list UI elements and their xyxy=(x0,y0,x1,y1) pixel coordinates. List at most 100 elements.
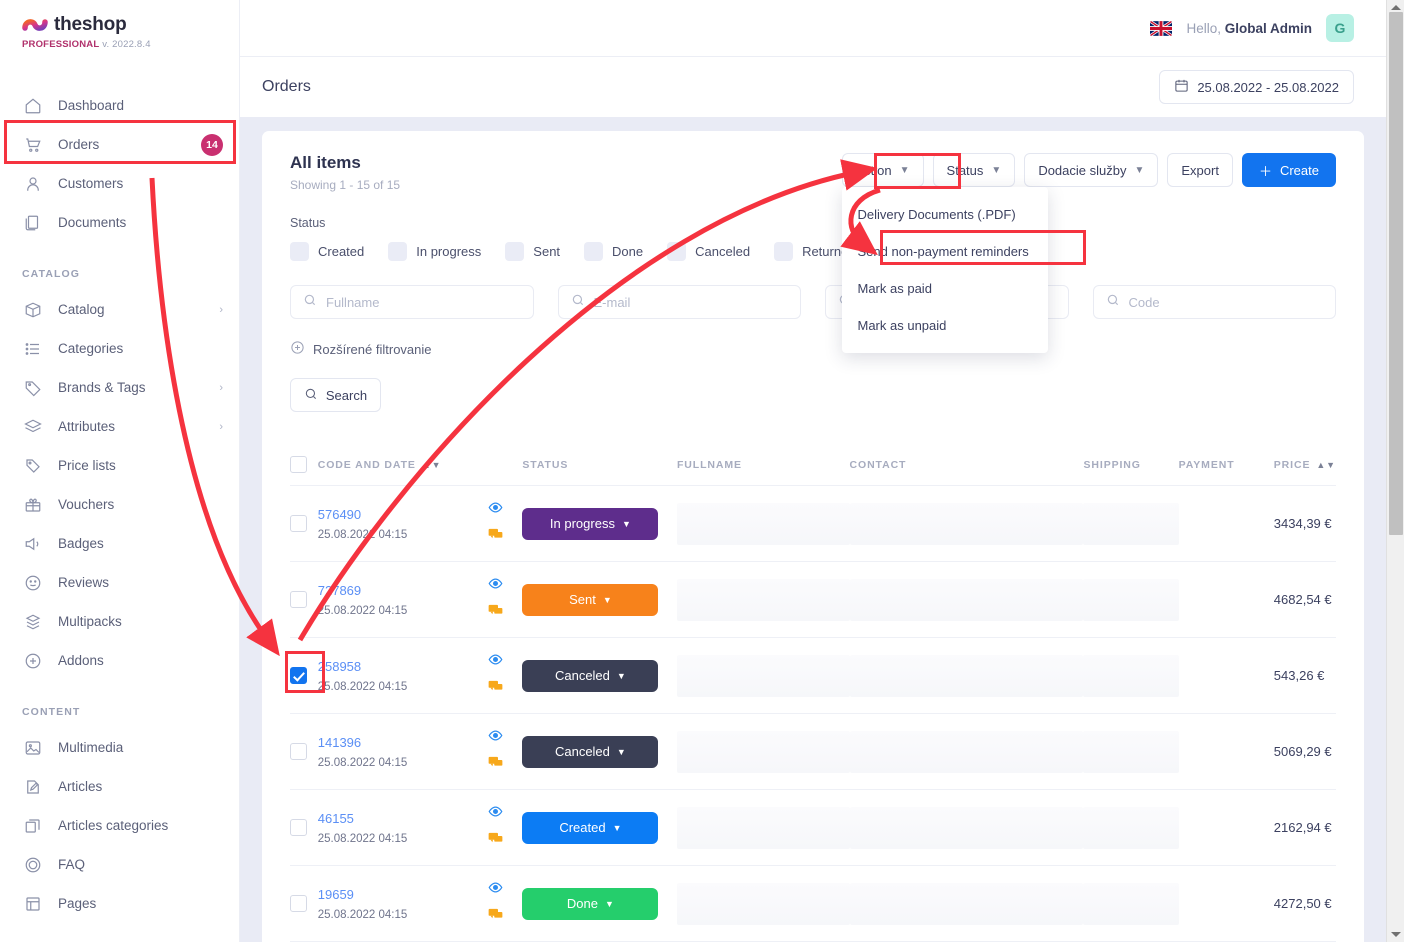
order-code-link[interactable]: 727869 xyxy=(318,583,485,598)
sidebar-item-categories[interactable]: Categories xyxy=(0,329,239,368)
table-row[interactable]: 576490 25.08.2022 04:15 In progress ▼ 3434,3… xyxy=(290,485,1336,562)
row-checkbox[interactable] xyxy=(290,591,307,608)
status-badge[interactable]: Done ▼ xyxy=(522,887,659,920)
status-dropdown-button[interactable]: Status ▼ xyxy=(932,153,1016,187)
select-all-checkbox[interactable] xyxy=(290,456,307,473)
chat-icon[interactable] xyxy=(488,603,503,623)
row-select-cell[interactable] xyxy=(290,561,318,638)
menu-item-mark-as-unpaid[interactable]: Mark as unpaid xyxy=(842,307,1048,344)
sidebar-item-documents[interactable]: Documents xyxy=(0,203,239,242)
avatar[interactable]: G xyxy=(1326,14,1354,42)
smiley-icon xyxy=(22,572,44,594)
sidebar-item-multipacks[interactable]: Multipacks xyxy=(0,602,239,641)
order-code-link[interactable]: 19659 xyxy=(318,887,485,902)
status-badge[interactable]: Created ▼ xyxy=(522,811,659,844)
order-code-link[interactable]: 141396 xyxy=(318,735,485,750)
action-dropdown-button[interactable]: Action ▼ xyxy=(841,153,924,187)
menu-item-mark-as-paid[interactable]: Mark as paid xyxy=(842,270,1048,307)
sidebar-item-brands-tags[interactable]: Brands & Tags › xyxy=(0,368,239,407)
status-checkbox-in-progress[interactable]: In progress xyxy=(388,242,481,261)
sidebar-item-dashboard[interactable]: Dashboard xyxy=(0,86,239,125)
fullname-field[interactable] xyxy=(290,285,534,319)
advanced-filter-toggle[interactable]: Rozšírené filtrovanie xyxy=(290,340,1336,358)
sidebar-item-multimedia[interactable]: Multimedia xyxy=(0,728,239,767)
sidebar-item-articles[interactable]: Articles xyxy=(0,767,239,806)
sidebar-item-faq[interactable]: FAQ xyxy=(0,845,239,884)
status-checkbox-sent[interactable]: Sent xyxy=(505,242,560,261)
table-row[interactable]: 19659 25.08.2022 04:15 Done ▼ 4272,50 € xyxy=(290,865,1336,942)
chat-icon[interactable] xyxy=(488,831,503,851)
sidebar-item-vouchers[interactable]: Vouchers xyxy=(0,485,239,524)
eye-icon[interactable] xyxy=(488,880,503,900)
status-checkbox-canceled[interactable]: Canceled xyxy=(667,242,750,261)
delivery-services-dropdown-button[interactable]: Dodacie služby ▼ xyxy=(1024,153,1159,187)
row-select-cell[interactable] xyxy=(290,637,318,714)
row-select-cell[interactable] xyxy=(290,485,318,562)
table-row[interactable]: 258958 25.08.2022 04:15 Canceled ▼ 543,26 € xyxy=(290,637,1336,714)
menu-item-delivery-documents[interactable]: Delivery Documents (.PDF) xyxy=(842,196,1048,233)
order-code-link[interactable]: 258958 xyxy=(318,659,485,674)
chat-icon[interactable] xyxy=(488,907,503,927)
sidebar-item-badges[interactable]: Badges xyxy=(0,524,239,563)
eye-icon[interactable] xyxy=(488,652,503,672)
eye-icon[interactable] xyxy=(488,728,503,748)
sidebar-item-customers[interactable]: Customers xyxy=(0,164,239,203)
status-checkbox-label: Done xyxy=(612,244,644,259)
column-price[interactable]: PRICE ▲▼ xyxy=(1273,444,1336,486)
vertical-scrollbar[interactable] xyxy=(1386,0,1404,942)
table-row[interactable]: 141396 25.08.2022 04:15 Canceled ▼ 5069,29 € xyxy=(290,713,1336,790)
email-field[interactable] xyxy=(557,285,801,319)
chat-icon[interactable] xyxy=(488,527,503,547)
row-price: 2162,94 € xyxy=(1273,789,1336,866)
scroll-up-arrow-icon[interactable] xyxy=(1391,5,1401,10)
search-button[interactable]: Search xyxy=(290,378,381,412)
status-badge[interactable]: Sent ▼ xyxy=(522,583,659,616)
table-row[interactable]: 46155 25.08.2022 04:15 Created ▼ 2162,94 € xyxy=(290,789,1336,866)
status-checkbox-created[interactable]: Created xyxy=(290,242,364,261)
order-code-link[interactable]: 576490 xyxy=(318,507,485,522)
order-code-link[interactable]: 46155 xyxy=(318,811,485,826)
row-select-cell[interactable] xyxy=(290,713,318,790)
date-range-picker[interactable]: 25.08.2022 - 25.08.2022 xyxy=(1159,70,1354,104)
sidebar-item-attributes[interactable]: Attributes › xyxy=(0,407,239,446)
menu-item-send-reminders[interactable]: Send non-payment reminders xyxy=(842,233,1048,270)
column-code-and-date[interactable]: CODE AND DATE ▲▼ xyxy=(317,444,485,486)
row-select-cell[interactable] xyxy=(290,865,318,942)
scroll-down-arrow-icon[interactable] xyxy=(1391,932,1401,937)
row-select-cell[interactable] xyxy=(290,789,318,866)
search-input[interactable] xyxy=(593,294,788,310)
row-checkbox[interactable] xyxy=(290,819,307,836)
brand-logo[interactable]: theshop PROFESSIONAL v. 2022.8.4 xyxy=(0,0,239,50)
chat-icon[interactable] xyxy=(488,755,503,775)
row-checkbox[interactable] xyxy=(290,743,307,760)
sidebar-item-articles-categories[interactable]: Articles categories xyxy=(0,806,239,845)
export-button[interactable]: Export xyxy=(1167,153,1233,187)
brand-version: v. 2022.8.4 xyxy=(102,39,151,50)
row-checkbox[interactable] xyxy=(290,515,307,532)
sidebar-item-catalog[interactable]: Catalog › xyxy=(0,290,239,329)
search-input[interactable] xyxy=(326,294,521,310)
status-badge[interactable]: Canceled ▼ xyxy=(522,659,659,692)
status-badge[interactable]: Canceled ▼ xyxy=(522,735,659,768)
eye-icon[interactable] xyxy=(488,576,503,596)
row-checkbox[interactable] xyxy=(290,895,307,912)
row-shipping-cell xyxy=(1083,485,1179,562)
status-badge[interactable]: In progress ▼ xyxy=(522,507,659,540)
uk-flag-icon[interactable] xyxy=(1150,20,1173,36)
sidebar-item-orders[interactable]: Orders 14 xyxy=(0,125,239,164)
sidebar-item-pages[interactable]: Pages xyxy=(0,884,239,923)
sidebar-item-reviews[interactable]: Reviews xyxy=(0,563,239,602)
scrollbar-thumb[interactable] xyxy=(1389,12,1403,535)
sidebar-item-price-lists[interactable]: Price lists xyxy=(0,446,239,485)
status-checkbox-done[interactable]: Done xyxy=(584,242,643,261)
row-checkbox[interactable] xyxy=(290,667,307,684)
chat-icon[interactable] xyxy=(488,679,503,699)
search-input[interactable] xyxy=(1128,294,1323,310)
create-button[interactable]: ＋ Create xyxy=(1241,153,1336,187)
sidebar-item-label: Attributes xyxy=(58,419,116,434)
sidebar-item-addons[interactable]: Addons xyxy=(0,641,239,680)
table-row[interactable]: 727869 25.08.2022 04:15 Sent ▼ 4682,54 € xyxy=(290,561,1336,638)
eye-icon[interactable] xyxy=(488,500,503,520)
code-field[interactable] xyxy=(1092,285,1336,319)
eye-icon[interactable] xyxy=(488,804,503,824)
